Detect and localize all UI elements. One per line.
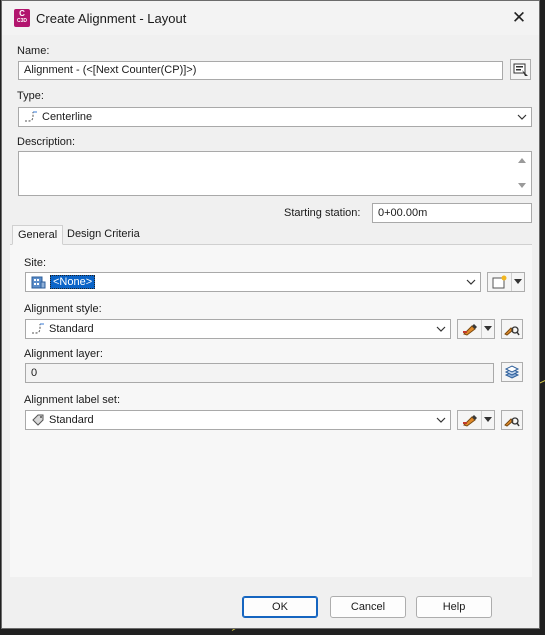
label-set-detail-button[interactable] bbox=[501, 410, 523, 430]
close-button[interactable]: ✕ bbox=[505, 5, 533, 31]
app-badge-letter: C bbox=[19, 9, 25, 18]
close-icon: ✕ bbox=[511, 8, 527, 27]
alignment-layer-field: 0 bbox=[25, 363, 494, 383]
site-label: Site: bbox=[24, 257, 47, 269]
alignment-style-value: Standard bbox=[49, 323, 94, 335]
type-value: Centerline bbox=[42, 111, 93, 123]
description-label: Description: bbox=[17, 136, 76, 148]
scroll-down-icon bbox=[518, 183, 526, 188]
alignment-label-set-dropdown[interactable]: Standard bbox=[25, 410, 451, 430]
alignment-style-label: Alignment style: bbox=[24, 303, 102, 315]
alignment-style-dropdown[interactable]: Standard bbox=[25, 319, 451, 339]
app-badge-caption: C3D bbox=[16, 18, 27, 24]
alignment-label-set-value: Standard bbox=[49, 414, 94, 426]
edit-style-button[interactable] bbox=[457, 319, 495, 339]
dropdown-arrow-icon[interactable] bbox=[484, 326, 492, 331]
style-detail-button[interactable] bbox=[501, 319, 523, 339]
label-set-icon bbox=[32, 414, 44, 426]
window-title: Create Alignment - Layout bbox=[36, 11, 187, 26]
site-icon bbox=[31, 276, 46, 289]
type-label: Type: bbox=[17, 90, 44, 102]
name-templates-button[interactable] bbox=[510, 59, 531, 80]
cancel-button[interactable]: Cancel bbox=[330, 596, 406, 618]
layers-icon bbox=[504, 365, 520, 379]
edit-style-icon bbox=[462, 324, 477, 336]
alignment-style-icon bbox=[32, 323, 44, 334]
layer-select-button[interactable] bbox=[501, 362, 523, 382]
name-label: Name: bbox=[17, 45, 50, 57]
dropdown-arrow-icon[interactable] bbox=[514, 279, 522, 284]
chevron-down-icon bbox=[436, 326, 446, 332]
civil3d-app-icon: C C3D bbox=[14, 9, 30, 27]
chevron-down-icon bbox=[436, 417, 446, 423]
scroll-up-icon bbox=[518, 158, 526, 163]
site-dropdown[interactable]: <None> bbox=[25, 272, 481, 292]
tab-general[interactable]: General bbox=[12, 225, 64, 245]
chevron-down-icon bbox=[517, 114, 527, 120]
alignment-layer-label: Alignment layer: bbox=[24, 348, 103, 360]
edit-label-set-main[interactable] bbox=[458, 411, 482, 429]
edit-style-main[interactable] bbox=[458, 320, 482, 338]
starting-station-input[interactable]: 0+00.00m bbox=[372, 203, 532, 223]
description-textarea[interactable] bbox=[18, 151, 532, 196]
tab-design-criteria[interactable]: Design Criteria bbox=[62, 225, 145, 245]
starting-station-label: Starting station: bbox=[284, 207, 361, 219]
name-input[interactable]: Alignment - (<[Next Counter(CP)]>) bbox=[18, 61, 503, 80]
edit-label-set-button[interactable] bbox=[457, 410, 495, 430]
create-alignment-dialog: C C3D Create Alignment - Layout ✕ Name: … bbox=[1, 0, 540, 629]
edit-style-icon bbox=[462, 415, 477, 427]
create-site-button[interactable] bbox=[487, 272, 525, 292]
magnifier-brush-icon bbox=[504, 326, 520, 336]
chevron-down-icon bbox=[466, 279, 476, 285]
description-scrollbar[interactable] bbox=[514, 153, 530, 194]
site-value: <None> bbox=[50, 275, 96, 289]
name-template-icon bbox=[513, 63, 528, 76]
create-site-main[interactable] bbox=[488, 273, 512, 291]
help-button[interactable]: Help bbox=[416, 596, 492, 618]
magnifier-brush-icon bbox=[504, 417, 520, 427]
ok-button[interactable]: OK bbox=[242, 596, 318, 618]
centerline-icon bbox=[25, 111, 37, 122]
title-bar[interactable]: C C3D Create Alignment - Layout ✕ bbox=[2, 1, 539, 35]
dropdown-arrow-icon[interactable] bbox=[484, 417, 492, 422]
type-dropdown[interactable]: Centerline bbox=[18, 107, 532, 127]
alignment-label-set-label: Alignment label set: bbox=[24, 394, 120, 406]
new-site-icon bbox=[492, 275, 506, 289]
